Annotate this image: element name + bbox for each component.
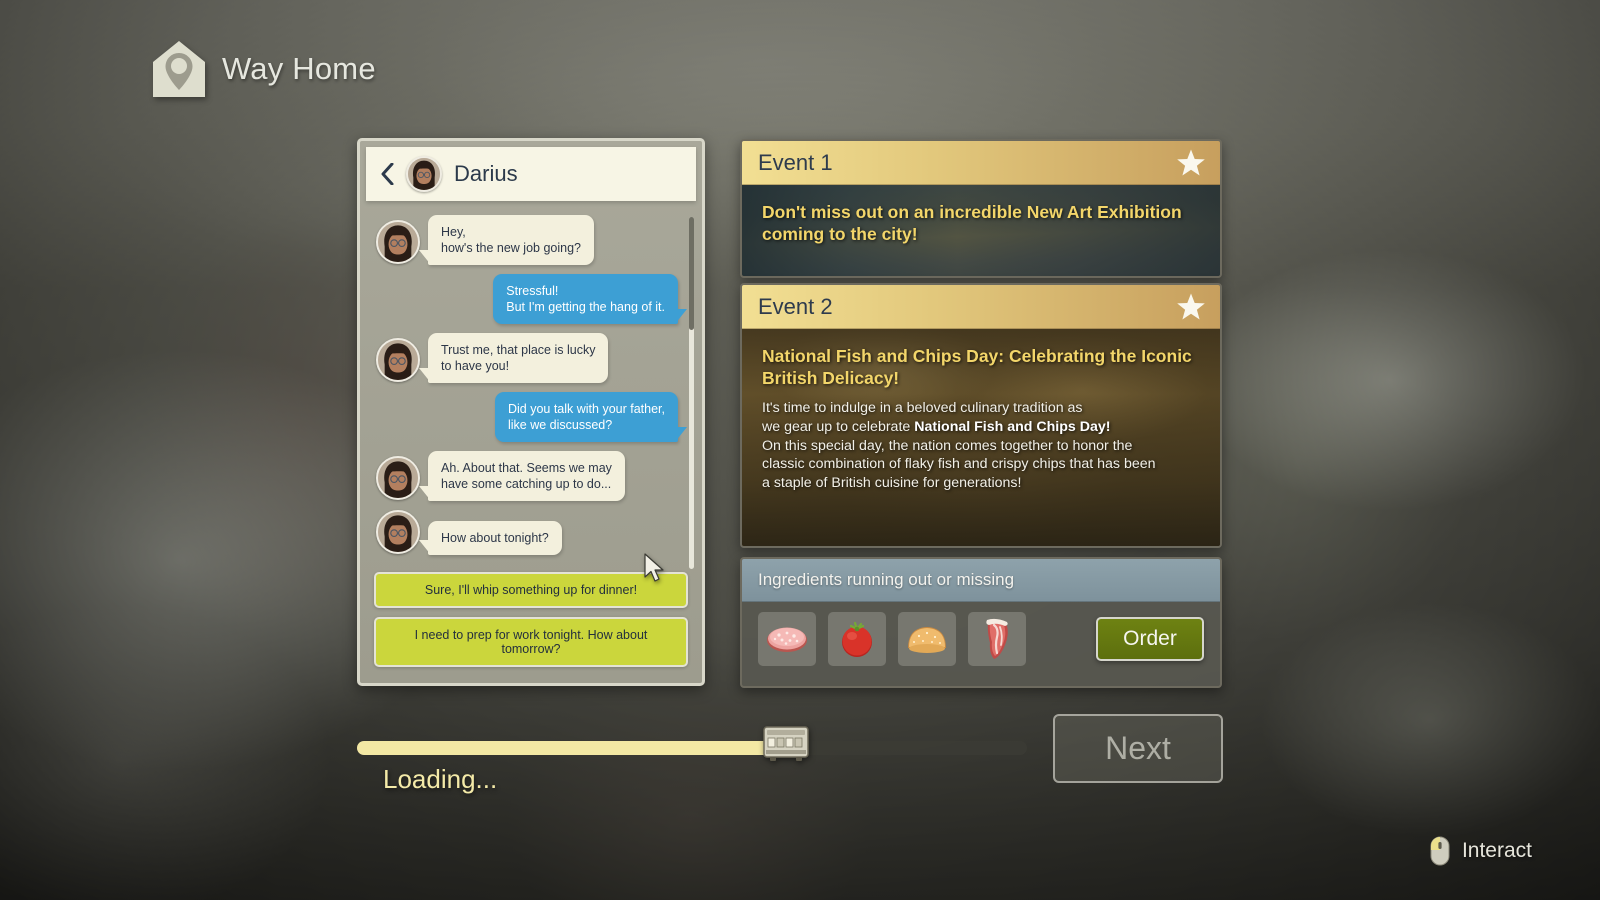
event-1-header: Event 1 (742, 141, 1220, 185)
chat-bubble-outgoing: Stressful! But I'm getting the hang of i… (493, 274, 687, 324)
ingredients-panel: Ingredients running out or missing Order (740, 557, 1222, 688)
avatar (376, 456, 420, 500)
ingredient-slot-tomato[interactable] (828, 612, 886, 666)
event-card-2[interactable]: Event 2 National Fish and Chips Day: Cel… (740, 283, 1222, 548)
event-1-title: Event 1 (758, 149, 833, 175)
chat-message: Trust me, that place is lucky to have yo… (376, 333, 678, 383)
meat-cut-icon (986, 618, 1008, 659)
chat-contact-name: Darius (454, 161, 518, 186)
mouse-cursor (644, 553, 664, 582)
tomato-icon (842, 621, 872, 657)
chat-panel: Darius Hey, how's the new job going? Str… (357, 138, 705, 686)
house-pin-icon (153, 41, 205, 97)
loading-progress-bar (357, 726, 1027, 761)
ingredient-slot-meat[interactable] (968, 612, 1026, 666)
reply-option-1[interactable]: Sure, I'll whip something up for dinner! (374, 572, 688, 608)
chat-message-list[interactable]: Hey, how's the new job going? Stressful!… (366, 207, 696, 573)
game-screen: Way Home Darius Hey, how's the new job g… (0, 0, 1600, 900)
event-2-body-text: It's time to indulge in a beloved culina… (762, 399, 1200, 493)
chat-bubble-incoming: How about tonight? (419, 521, 562, 555)
ingredient-slot-bun[interactable] (898, 612, 956, 666)
app-logo: Way Home (152, 40, 376, 98)
avatar (376, 510, 420, 554)
event-2-header: Event 2 (742, 285, 1220, 329)
ingredient-slot-salami[interactable] (758, 612, 816, 666)
star-icon[interactable] (1176, 292, 1206, 322)
progress-fill (357, 741, 786, 755)
interact-label: Interact (1461, 839, 1532, 862)
interact-hint: Interact (1430, 836, 1532, 866)
chat-header: Darius (366, 147, 696, 201)
star-icon[interactable] (1176, 148, 1206, 178)
chat-message: Did you talk with your father, like we d… (376, 392, 688, 442)
back-chevron-icon[interactable] (380, 163, 394, 185)
ingredients-header: Ingredients running out or missing (742, 559, 1220, 602)
avatar (376, 220, 420, 264)
reply-options: Sure, I'll whip something up for dinner!… (374, 572, 688, 667)
avatar (406, 156, 442, 192)
ingredients-title: Ingredients running out or missing (758, 570, 1015, 589)
chat-message: Hey, how's the new job going? (376, 215, 678, 265)
chat-scrollbar-thumb[interactable] (689, 217, 694, 330)
event-2-lead-text: National Fish and Chips Day: Celebrating… (762, 346, 1192, 389)
event-2-text-post: On this special day, the nation comes to… (762, 437, 1156, 492)
event-card-1[interactable]: Event 1 Don't miss out on an incredible … (740, 139, 1222, 278)
chat-bubble-incoming: Ah. About that. Seems we may have some c… (419, 451, 625, 501)
event-2-text-highlight: National Fish and Chips Day! (914, 418, 1111, 435)
chat-message: How about tonight? (376, 510, 678, 555)
order-button[interactable]: Order (1096, 617, 1204, 661)
chat-scrollbar[interactable] (689, 217, 694, 569)
chat-message: Ah. About that. Seems we may have some c… (376, 451, 678, 501)
app-title: Way Home (222, 51, 376, 86)
event-1-lead-text: Don't miss out on an incredible New Art … (762, 202, 1182, 245)
salami-slice-icon (767, 627, 807, 652)
mouse-left-click-icon (1430, 836, 1450, 866)
reply-option-2[interactable]: I need to prep for work tonight. How abo… (374, 617, 688, 667)
ingredients-list: Order (742, 602, 1220, 676)
avatar (376, 338, 420, 382)
event-2-title: Event 2 (758, 293, 833, 319)
next-button[interactable]: Next (1053, 714, 1223, 783)
train-icon (763, 726, 809, 761)
chat-message: Stressful! But I'm getting the hang of i… (376, 274, 687, 324)
chat-bubble-incoming: Hey, how's the new job going? (419, 215, 594, 265)
chat-bubble-outgoing: Did you talk with your father, like we d… (494, 392, 688, 442)
loading-label: Loading... (383, 764, 498, 794)
chat-bubble-incoming: Trust me, that place is lucky to have yo… (418, 333, 609, 383)
event-2-body: National Fish and Chips Day: Celebrating… (742, 329, 1220, 546)
event-1-body: Don't miss out on an incredible New Art … (742, 185, 1220, 276)
burger-bun-icon (908, 627, 946, 653)
